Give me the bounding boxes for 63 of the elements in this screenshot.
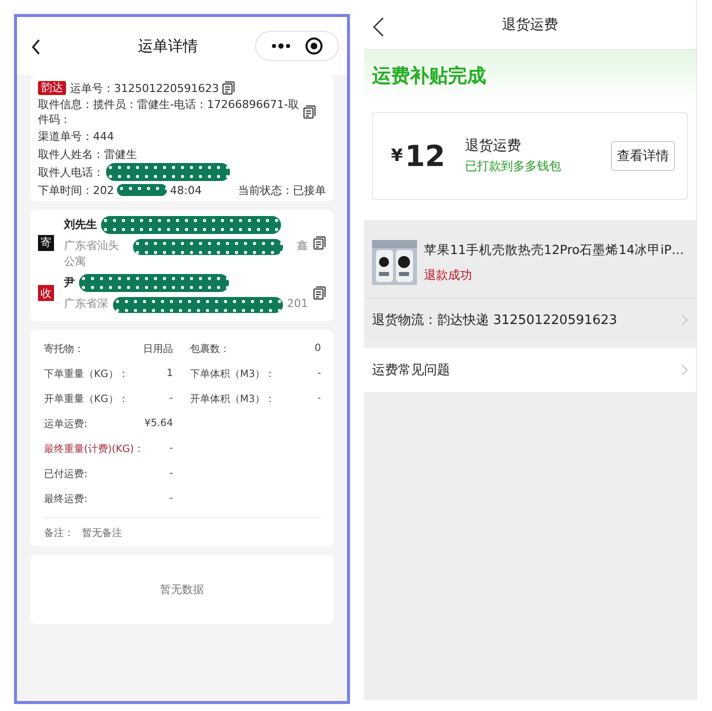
order-time: 下单时间：202 [38, 182, 114, 198]
product-title: 苹果11手机壳散热壳12Pro石墨烯14冰甲iP… [424, 242, 684, 258]
refund-label: 退货运费 [465, 137, 522, 155]
field-value: - [317, 368, 321, 379]
address-text: 鑫 [297, 239, 308, 254]
refund-amount: 12 [404, 139, 446, 173]
field-label: 最终重量(计费)(KG)： [44, 442, 144, 456]
field-label: 开单体积（M3）： [190, 392, 275, 406]
copy-icon[interactable] [313, 286, 326, 300]
field-label: 已付运费: [44, 468, 88, 480]
privacy-mask [117, 184, 167, 196]
field-value: 0 [314, 343, 321, 354]
order-time: 48:04 [170, 182, 202, 198]
field-label: 下单重量（KG）： [44, 368, 128, 380]
field-label: 下单体积（M3）： [190, 368, 275, 380]
contact-name: 尹 [64, 276, 75, 290]
field-value: ¥5.64 [144, 418, 173, 429]
field-label: 开单重量（KG）： [44, 392, 128, 406]
pickup-info: 取件信息：揽件员：雷健生-电话：17266896671-取件码： [38, 97, 300, 127]
back-icon[interactable] [372, 17, 384, 37]
field-value: 日用品 [143, 342, 173, 356]
field-label: 包裹数： [190, 342, 230, 356]
list-row[interactable]: 运费常见问题 [364, 348, 696, 392]
status-banner: 运费补贴完成 [364, 50, 696, 102]
currency-symbol: ¥ [391, 146, 403, 166]
copy-icon[interactable] [313, 236, 326, 250]
receiver-badge: 收 [38, 285, 54, 301]
contact-name: 刘先生 [64, 218, 97, 232]
field-value: - [169, 393, 173, 404]
carrier-badge: 韵达 [38, 81, 66, 95]
page-title: 退货运费 [502, 16, 558, 34]
details-button[interactable]: 查看详情 [611, 141, 675, 171]
field-label: 取件人电话： [38, 164, 104, 180]
back-icon[interactable] [31, 39, 41, 55]
field-label: 最终运费: [44, 492, 88, 506]
close-icon[interactable] [305, 37, 323, 55]
address-text: 公寓 [64, 255, 86, 269]
more-icon[interactable] [271, 43, 291, 49]
address-text: 201 [287, 296, 308, 312]
remark-label: 备注： [44, 526, 74, 540]
channel-number: 渠道单号：444 [38, 128, 114, 144]
waybill-number: 运单号：312501220591623 [70, 80, 219, 96]
copy-icon[interactable] [222, 81, 235, 95]
field-value: - [169, 468, 173, 479]
chevron-icon [681, 364, 688, 376]
pickup-name: 取件人姓名：雷健生 [38, 146, 137, 162]
refund-state: 退款成功 [424, 266, 473, 284]
field-value: - [317, 393, 321, 404]
remark-text: 暂无备注 [82, 526, 122, 540]
empty-message: 暂无数据 [160, 582, 204, 597]
field-value: 1 [166, 368, 173, 379]
address-text: 广东省汕头 [64, 239, 119, 254]
field-value: - [169, 443, 173, 454]
chevron-icon [681, 314, 688, 326]
sender-badge: 寄 [38, 234, 54, 250]
page-title: 运单详情 [138, 36, 198, 56]
copy-icon[interactable] [303, 105, 316, 119]
refund-status: 已打款到多多钱包 [465, 158, 562, 175]
address-text: 广东省深 [64, 296, 108, 312]
field-value: - [169, 493, 173, 504]
order-status: 当前状态：已接单 [238, 182, 326, 198]
field-label: 运单运费: [44, 418, 88, 430]
field-label: 寄托物： [44, 342, 84, 356]
